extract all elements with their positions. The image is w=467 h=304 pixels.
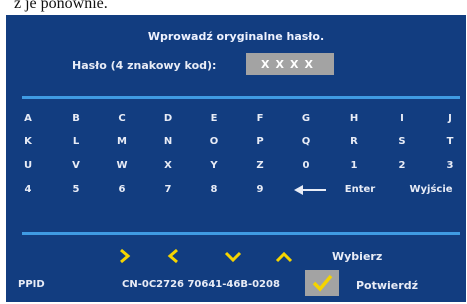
key-a[interactable]: A [24,113,32,124]
password-dialog: Wprowadź oryginalne hasło. Hasło (4 znak… [6,15,466,302]
key-8[interactable]: 8 [211,184,218,195]
key-n[interactable]: N [164,136,172,147]
enter-key[interactable]: Enter [345,184,375,195]
dialog-title: Wprowadź oryginalne hasło. [147,30,325,43]
left-chevron-icon[interactable] [166,248,180,264]
key-x[interactable]: X [164,160,172,171]
key-2[interactable]: 2 [399,160,406,171]
key-r[interactable]: R [350,136,358,147]
key-h[interactable]: H [350,113,358,124]
key-u[interactable]: U [24,160,32,171]
right-chevron-icon[interactable] [118,248,132,264]
key-5[interactable]: 5 [73,184,80,195]
key-9[interactable]: 9 [257,184,264,195]
key-7[interactable]: 7 [165,184,172,195]
confirm-label: Potwierdź [356,279,418,292]
key-g[interactable]: G [302,113,310,124]
checkmark-icon [312,274,333,292]
left-arrow-icon[interactable] [293,184,327,196]
divider-top [22,96,460,99]
key-0[interactable]: 0 [303,160,310,171]
confirm-button[interactable] [305,270,339,296]
select-label: Wybierz [332,250,383,263]
key-o[interactable]: O [210,136,219,147]
key-d[interactable]: D [164,113,172,124]
key-y[interactable]: Y [210,160,217,171]
key-z[interactable]: Z [256,160,263,171]
key-m[interactable]: M [117,136,127,147]
key-w[interactable]: W [116,160,127,171]
document-text-line: z je ponownie. [14,0,108,12]
key-3[interactable]: 3 [447,160,454,171]
password-label: Hasło (4 znakowy kod): [72,59,217,72]
key-l[interactable]: L [73,136,79,147]
key-i[interactable]: I [400,113,404,124]
key-6[interactable]: 6 [119,184,126,195]
divider-bottom [22,232,460,235]
key-e[interactable]: E [211,113,218,124]
key-p[interactable]: P [256,136,263,147]
key-4[interactable]: 4 [25,184,32,195]
key-s[interactable]: S [398,136,405,147]
password-input[interactable]: XXXX [246,53,334,75]
ppid-label: PPID [18,279,45,290]
down-chevron-icon[interactable] [224,251,242,263]
key-t[interactable]: T [447,136,454,147]
key-1[interactable]: 1 [351,160,358,171]
up-chevron-icon[interactable] [275,251,293,263]
key-q[interactable]: Q [302,136,311,147]
key-k[interactable]: K [24,136,32,147]
exit-key[interactable]: Wyjście [409,184,452,195]
key-c[interactable]: C [118,113,125,124]
ppid-value: CN-0C2726 70641-46B-0208 [122,279,280,290]
key-b[interactable]: B [72,113,80,124]
key-f[interactable]: F [257,113,264,124]
key-j[interactable]: J [448,113,452,124]
key-v[interactable]: V [72,160,80,171]
